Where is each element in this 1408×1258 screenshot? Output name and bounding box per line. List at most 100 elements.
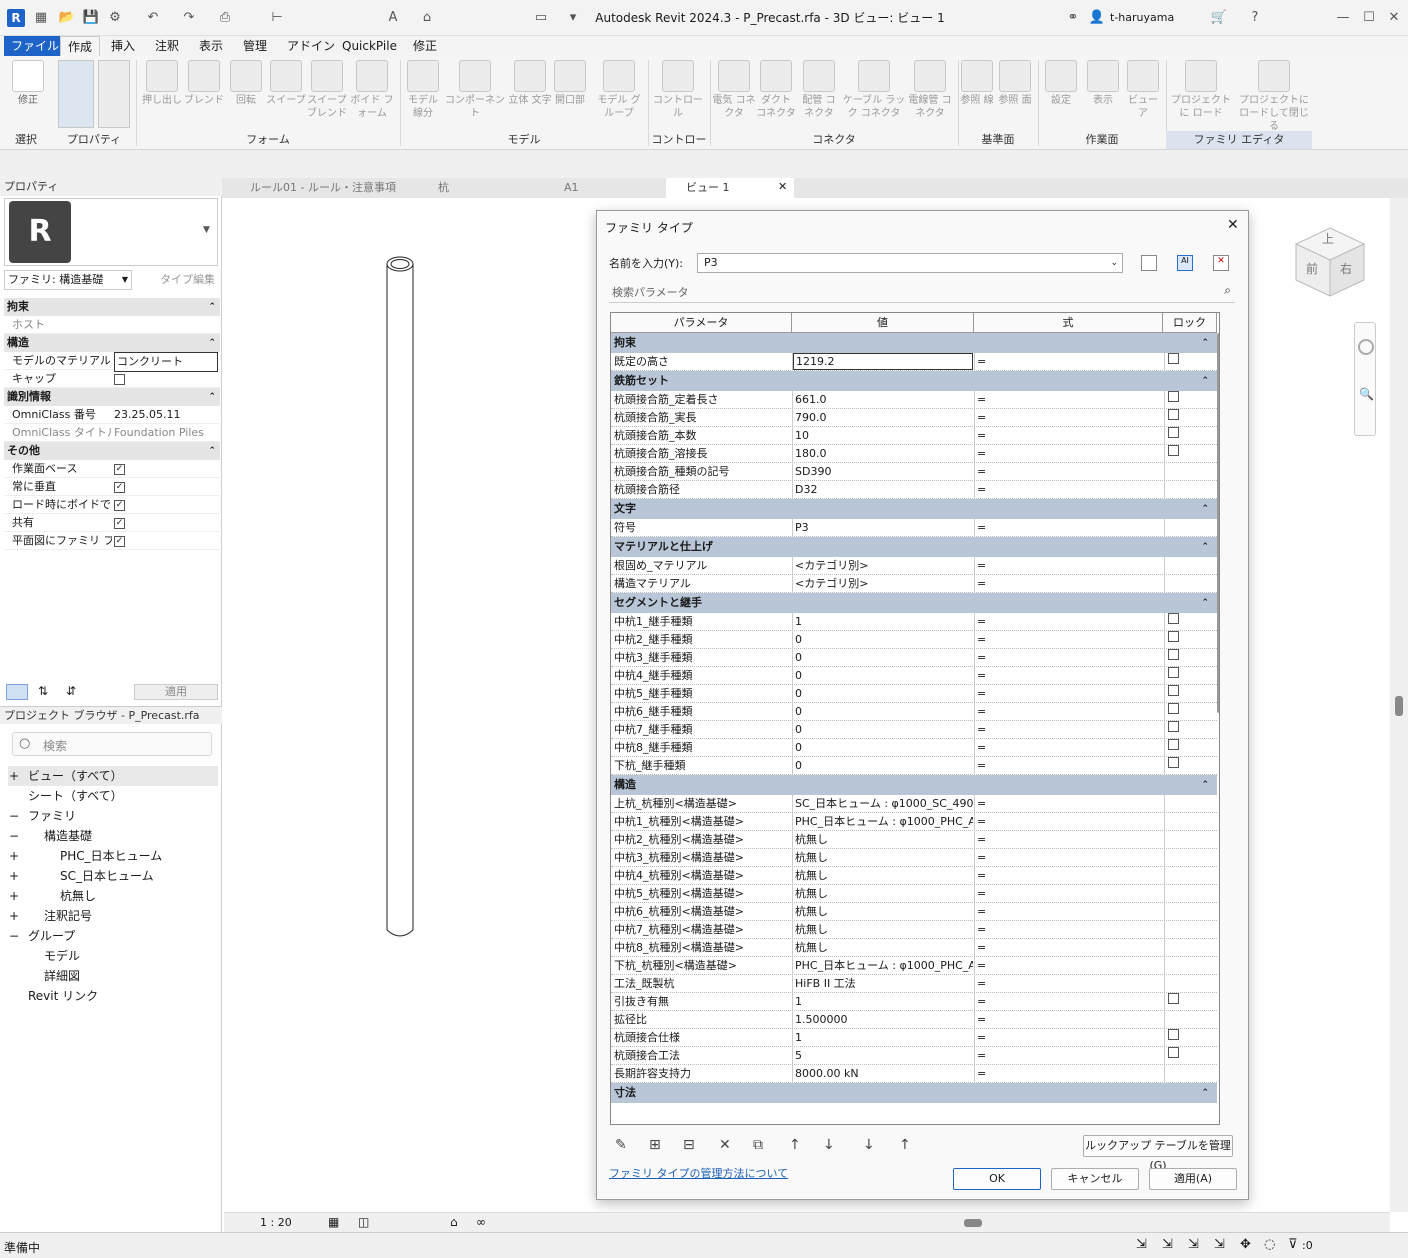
apply-button[interactable]: 適用: [134, 684, 218, 700]
tree-item[interactable]: + SC_日本ヒューム: [8, 866, 218, 886]
conduit-connector-button[interactable]: 電線管 コネクタ: [908, 60, 952, 120]
sort-asc-icon[interactable]: ⇅: [38, 684, 48, 698]
lock-cell[interactable]: [1164, 975, 1216, 993]
move-down-icon[interactable]: ↓: [823, 1137, 835, 1153]
parameter-formula[interactable]: =: [975, 939, 1161, 957]
edit-parameter-icon[interactable]: ✎: [615, 1137, 627, 1153]
parameter-value[interactable]: 0: [793, 757, 973, 775]
parameter-value[interactable]: 1219.2: [793, 353, 973, 370]
family-selector[interactable]: ファミリ: 構造基礎 ▼: [4, 270, 132, 290]
parameter-formula[interactable]: =: [975, 721, 1161, 739]
viewcube-right[interactable]: 右: [1340, 260, 1352, 277]
lock-cell[interactable]: [1164, 445, 1216, 463]
3d-view-icon[interactable]: ⌂: [418, 9, 436, 27]
component-button[interactable]: コンポーネント: [444, 60, 506, 120]
pile-3d-model[interactable]: [380, 252, 420, 942]
lookup-table-button[interactable]: ルックアップ テーブルを管理(G): [1083, 1135, 1233, 1172]
tab-view[interactable]: 表示: [192, 36, 230, 56]
zoom-icon[interactable]: 🔍: [1359, 387, 1374, 401]
tree-item[interactable]: − ファミリ: [8, 806, 218, 826]
help-icon[interactable]: ?: [1246, 9, 1264, 27]
expand-icon[interactable]: +: [8, 886, 20, 906]
collapse-icon[interactable]: ⌃: [1201, 371, 1209, 391]
lock-cell[interactable]: [1164, 649, 1216, 667]
viewcube[interactable]: 上 前 右: [1292, 224, 1368, 300]
model-text-button[interactable]: 立体 文字: [508, 60, 552, 107]
vertical-scrollbar[interactable]: [1390, 198, 1408, 1212]
lock-checkbox[interactable]: [1168, 631, 1179, 642]
home-icon[interactable]: ▦: [32, 9, 50, 27]
parameter-formula[interactable]: =: [975, 757, 1161, 775]
sweep-button[interactable]: スイープ: [266, 60, 306, 107]
parameter-group-header[interactable]: セグメントと継手 ⌃: [611, 593, 1217, 613]
collapse-icon[interactable]: ⌃: [208, 388, 216, 406]
lock-cell[interactable]: [1164, 1065, 1216, 1083]
background-process-icon[interactable]: ◌: [1264, 1237, 1275, 1252]
lock-cell[interactable]: [1164, 813, 1216, 831]
parameter-value[interactable]: 180.0: [793, 445, 973, 463]
properties-section[interactable]: 構造 ⌃: [4, 334, 220, 352]
show-button[interactable]: 表示: [1084, 60, 1122, 107]
lock-cell[interactable]: [1164, 1011, 1216, 1029]
control-button[interactable]: コントロール: [650, 60, 706, 120]
parameter-search-input[interactable]: 検索パラメータ ⌕: [609, 281, 1235, 303]
parameter-formula[interactable]: =: [975, 427, 1161, 445]
property-value[interactable]: コンクリート: [114, 352, 218, 372]
group-select[interactable]: 選択: [4, 131, 48, 149]
tab-rule01[interactable]: ルール01 - ルール・注意事項: [230, 178, 410, 198]
parameter-group-header[interactable]: 構造 ⌃: [611, 775, 1217, 795]
close-icon[interactable]: ✕: [1385, 9, 1403, 27]
lock-cell[interactable]: [1164, 831, 1216, 849]
navigation-bar[interactable]: 🔍: [1354, 322, 1376, 436]
parameter-value[interactable]: <カテゴリ別>: [793, 575, 973, 593]
edit-type-button[interactable]: タイプ編集: [138, 270, 218, 290]
parameter-value[interactable]: 0: [793, 667, 973, 685]
lock-checkbox[interactable]: [1168, 757, 1179, 768]
electrical-connector-button[interactable]: 電気 コネクタ: [712, 60, 756, 120]
sort-ascending-icon[interactable]: ↓: [863, 1137, 875, 1153]
sort-descending-icon[interactable]: ↑: [899, 1137, 911, 1153]
parameter-value[interactable]: 杭無し: [793, 921, 973, 939]
parameter-formula[interactable]: =: [975, 575, 1161, 593]
select-face-icon[interactable]: ⇲: [1214, 1237, 1225, 1252]
parameter-formula[interactable]: =: [975, 1011, 1161, 1029]
lock-cell[interactable]: [1164, 721, 1216, 739]
parameter-value[interactable]: 5: [793, 1047, 973, 1065]
detail-level-icon[interactable]: ▦: [328, 1215, 339, 1229]
parameter-value[interactable]: PHC_日本ヒューム : φ1000_PHC_A種: [793, 813, 973, 831]
hide-isolate-icon[interactable]: ⌂: [450, 1215, 458, 1229]
parameter-formula[interactable]: =: [975, 703, 1161, 721]
lock-cell[interactable]: [1164, 409, 1216, 427]
property-value[interactable]: Foundation Piles: [114, 424, 218, 442]
collapse-icon[interactable]: ⌃: [208, 442, 216, 460]
parameter-value[interactable]: 杭無し: [793, 885, 973, 903]
parameter-formula[interactable]: =: [975, 409, 1161, 427]
tree-item[interactable]: + 杭無し: [8, 886, 218, 906]
parameter-value[interactable]: 0: [793, 703, 973, 721]
parameter-formula[interactable]: =: [975, 1047, 1161, 1065]
ok-button[interactable]: OK: [953, 1168, 1041, 1190]
open-icon[interactable]: 📂: [58, 9, 76, 27]
parameter-formula[interactable]: =: [975, 519, 1161, 537]
sync-icon[interactable]: ⚙: [106, 9, 124, 27]
lock-checkbox[interactable]: [1168, 409, 1179, 420]
lock-cell[interactable]: [1164, 557, 1216, 575]
duct-connector-button[interactable]: ダクト コネクタ: [756, 60, 796, 120]
lock-cell[interactable]: [1164, 849, 1216, 867]
checkbox[interactable]: ✓: [114, 535, 125, 547]
parameter-formula[interactable]: =: [975, 849, 1161, 867]
parameter-value[interactable]: 0: [793, 721, 973, 739]
tab-a1[interactable]: A1: [544, 178, 664, 198]
property-checkbox[interactable]: ✓: [114, 514, 218, 532]
tree-item[interactable]: − 構造基礎: [8, 826, 218, 846]
text-icon[interactable]: A: [384, 9, 402, 27]
parameter-value[interactable]: P3: [793, 519, 973, 537]
viewer-button[interactable]: ビューア: [1124, 60, 1162, 120]
parameter-group-header[interactable]: 寸法 ⌃: [611, 1083, 1217, 1103]
apply-dialog-button[interactable]: 適用(A): [1149, 1168, 1237, 1190]
properties-icon[interactable]: [58, 60, 94, 128]
lock-cell[interactable]: [1164, 631, 1216, 649]
parameter-value[interactable]: SD390: [793, 463, 973, 481]
maximize-icon[interactable]: ☐: [1360, 9, 1378, 27]
lock-checkbox[interactable]: [1168, 685, 1179, 696]
